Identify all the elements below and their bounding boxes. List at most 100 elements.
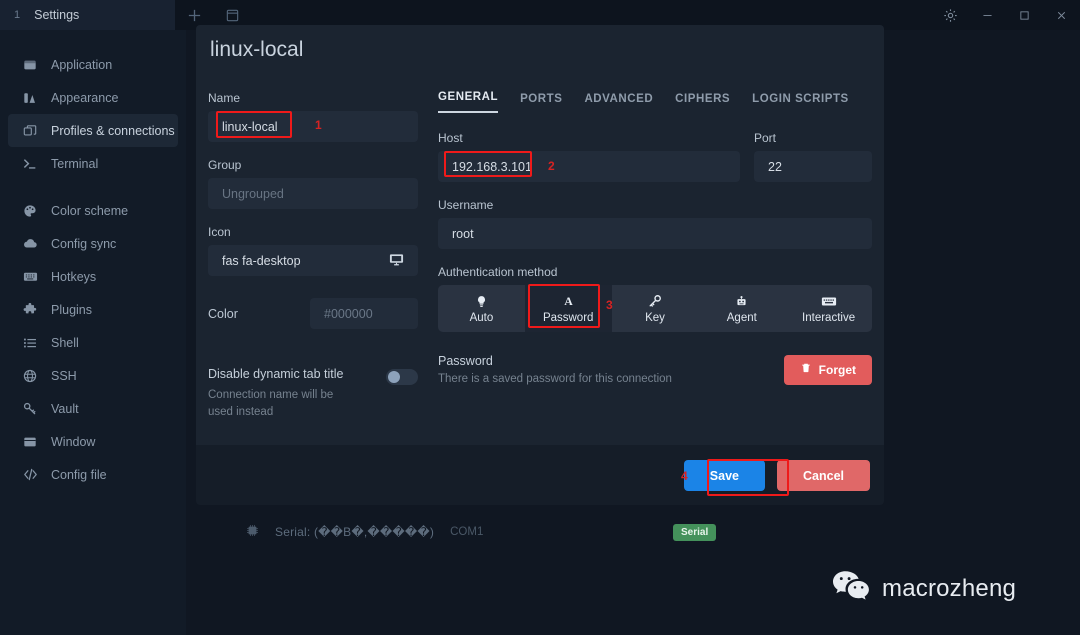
monitor-icon [389, 252, 404, 270]
sidebar-item-application[interactable]: Application [8, 48, 178, 81]
group-label: Group [208, 158, 242, 172]
trash-icon [800, 362, 812, 377]
keyboard-icon [22, 269, 38, 285]
app-window: 1 Settings Application Appearance Profil… [0, 0, 1080, 635]
icon-label: Icon [208, 225, 231, 239]
port-group: Port 22 [754, 131, 872, 182]
icon-group: Icon fas fa-desktop [208, 225, 418, 276]
sidebar-item-window[interactable]: Window [8, 425, 178, 458]
group-placeholder: Ungrouped [222, 186, 284, 201]
close-icon[interactable] [1043, 0, 1080, 30]
auth-method-interactive[interactable]: Interactive [785, 285, 872, 332]
sidebar-item-config-file[interactable]: Config file [8, 458, 178, 491]
minimize-icon[interactable] [969, 0, 1006, 30]
auth-method-password[interactable]: A Password [524, 285, 612, 332]
maximize-icon[interactable] [1006, 0, 1043, 30]
palette-icon [22, 203, 38, 219]
color-field[interactable]: #000000 [310, 298, 418, 329]
modal-right-column: GENERAL PORTS ADVANCED CIPHERS LOGIN SCR… [438, 91, 872, 385]
connection-status-bar: Serial: (��B�,�����) COM1 Serial [186, 508, 1080, 556]
forget-button-label: Forget [818, 362, 856, 377]
modal-title: linux-local [210, 38, 304, 61]
sidebar-item-color-scheme[interactable]: Color scheme [8, 194, 178, 227]
cancel-button[interactable]: Cancel [777, 460, 870, 491]
port-field[interactable]: 22 [754, 151, 872, 182]
port-value: 22 [768, 159, 782, 174]
watermark: macrozheng [832, 570, 1016, 607]
sidebar-item-ssh[interactable]: SSH [8, 359, 178, 392]
sidebar-item-plugins[interactable]: Plugins [8, 293, 178, 326]
sidebar-item-label: Window [51, 434, 96, 449]
icon-field[interactable]: fas fa-desktop [208, 245, 418, 276]
annotation-number-1: 1 [315, 118, 322, 132]
bulb-icon [475, 294, 488, 309]
window-icon [22, 434, 38, 450]
forget-password-button[interactable]: Forget [783, 354, 872, 385]
auth-method-agent[interactable]: Agent [698, 285, 785, 332]
color-placeholder: #000000 [324, 306, 373, 321]
sidebar-item-label: Hotkeys [51, 269, 97, 284]
save-button[interactable]: Save [683, 460, 765, 491]
cloud-icon [22, 236, 38, 252]
tab-advanced[interactable]: ADVANCED [584, 93, 653, 113]
auth-method-label: Authentication method [438, 265, 558, 279]
settings-sidebar: Application Appearance Profiles & connec… [0, 30, 186, 635]
key-icon [22, 401, 38, 417]
sidebar-item-shell[interactable]: Shell [8, 326, 178, 359]
auth-method-auto[interactable]: Auto [438, 285, 525, 332]
annotation-number-4: 4 [681, 469, 688, 483]
profile-edit-modal: linux-local Name linux-local Group Ungro… [196, 25, 884, 445]
application-icon [22, 57, 38, 73]
status-badge: Serial [673, 523, 717, 541]
sidebar-item-label: Appearance [51, 90, 119, 105]
chip-icon [246, 524, 259, 540]
disable-dynamic-tab-title-toggle[interactable] [386, 369, 418, 385]
sidebar-item-hotkeys[interactable]: Hotkeys [8, 260, 178, 293]
gear-icon[interactable] [932, 0, 969, 30]
annotation-number-3: 3 [606, 298, 613, 312]
sidebar-item-appearance[interactable]: Appearance [8, 81, 178, 114]
toggle-knob [388, 371, 400, 383]
group-field[interactable]: Ungrouped [208, 178, 418, 209]
tab-ports[interactable]: PORTS [520, 93, 562, 113]
sidebar-item-vault[interactable]: Vault [8, 392, 178, 425]
sidebar-item-label: Shell [51, 335, 79, 350]
sidebar-item-config-sync[interactable]: Config sync [8, 227, 178, 260]
color-group: Color #000000 [208, 298, 418, 329]
host-port-row: Host 192.168.3.101 Port 22 [438, 131, 872, 198]
toggle-texts: Disable dynamic tab title Connection nam… [208, 367, 376, 421]
sidebar-item-terminal[interactable]: Terminal [8, 147, 178, 180]
username-field[interactable]: root [438, 218, 872, 249]
name-field[interactable]: linux-local [208, 111, 418, 142]
tab-ciphers[interactable]: CIPHERS [675, 93, 730, 113]
auth-method-group: Authentication method Auto A Password Ke… [438, 265, 872, 332]
globe-icon [22, 368, 38, 384]
appearance-icon [22, 90, 38, 106]
list-icon [22, 335, 38, 351]
auth-method-bar: Auto A Password Key Agent Interactive [438, 285, 872, 332]
tab-index: 1 [14, 9, 21, 21]
tab-login-scripts[interactable]: LOGIN SCRIPTS [752, 93, 849, 113]
tab-general[interactable]: GENERAL [438, 91, 499, 113]
window-controls [932, 0, 1080, 30]
modal-tab-bar: GENERAL PORTS ADVANCED CIPHERS LOGIN SCR… [438, 91, 872, 113]
auth-method-label: Interactive [802, 311, 856, 324]
sidebar-item-label: Vault [51, 401, 79, 416]
name-value: linux-local [222, 119, 278, 134]
toggle-description: Connection name will be used instead [208, 389, 334, 418]
username-label: Username [438, 198, 494, 212]
group-group: Group Ungrouped [208, 158, 418, 209]
password-texts: Password There is a saved password for t… [438, 354, 784, 385]
sidebar-item-label: Terminal [51, 156, 99, 171]
auth-method-key[interactable]: Key [612, 285, 699, 332]
annotation-number-2: 2 [548, 159, 555, 173]
host-value: 192.168.3.101 [452, 159, 532, 174]
password-label: Password [438, 354, 493, 368]
host-field[interactable]: 192.168.3.101 [438, 151, 740, 182]
sidebar-item-profiles-connections[interactable]: Profiles & connections [8, 114, 178, 147]
sidebar-item-label: Profiles & connections [51, 123, 175, 138]
port-label: Port [754, 131, 777, 145]
sidebar-divider [0, 180, 186, 194]
tab-settings[interactable]: 1 Settings [0, 0, 175, 30]
letter-a-icon: A [562, 294, 575, 309]
